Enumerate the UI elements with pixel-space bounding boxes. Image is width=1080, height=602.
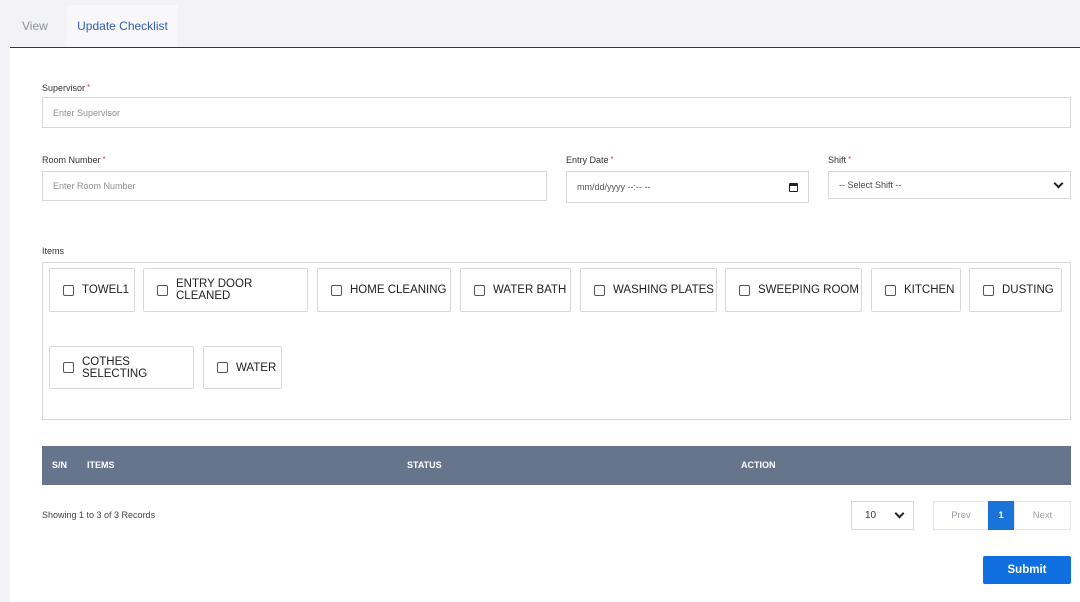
column-items: ITEMS	[87, 460, 115, 470]
item-label: SWEEPING ROOM	[758, 284, 859, 296]
shift-select[interactable]: -- Select Shift --	[828, 171, 1071, 199]
checkbox[interactable]	[63, 284, 74, 296]
room-number-label: Room Number *	[42, 155, 106, 165]
item-checkbox-washing-plates[interactable]: WASHING PLATES	[580, 268, 717, 312]
checkbox[interactable]	[157, 284, 168, 296]
entry-date-input[interactable]: mm/dd/yyyy --:-- --	[566, 171, 809, 203]
checkbox[interactable]	[217, 362, 228, 373]
item-label: WATER	[236, 361, 277, 374]
item-checkbox-water[interactable]: WATER	[203, 346, 282, 389]
item-label: COTHES SELECTING	[82, 355, 148, 380]
item-checkbox-dusting[interactable]: DUSTING	[969, 268, 1062, 312]
item-checkbox-towel1[interactable]: TOWEL1	[49, 268, 135, 312]
required-mark: *	[87, 83, 91, 92]
checkbox[interactable]	[594, 284, 605, 296]
item-label: HOME CLEANING	[350, 284, 447, 296]
item-label: ENTRY DOOR CLEANED	[176, 278, 253, 302]
tab-view[interactable]: View	[10, 5, 60, 47]
table-header: S/N ITEMS STATUS ACTION	[42, 446, 1071, 485]
tab-update-checklist[interactable]: Update Checklist	[67, 5, 178, 47]
item-checkbox-cothes-selecting[interactable]: COTHES SELECTING	[49, 346, 194, 389]
next-button[interactable]: Next	[1014, 501, 1071, 530]
item-checkbox-water-bath[interactable]: WATER BATH	[460, 268, 571, 312]
page-1-button[interactable]: 1	[988, 501, 1014, 530]
page-size-value: 10	[865, 510, 877, 521]
entry-date-value: mm/dd/yyyy --:-- --	[577, 182, 651, 192]
item-label: WATER BATH	[493, 284, 567, 296]
column-action: ACTION	[741, 460, 776, 470]
calendar-icon[interactable]	[789, 182, 798, 192]
supervisor-input[interactable]	[42, 97, 1071, 128]
checklist-form-panel: Supervisor* Room Number* Entry Date* mm/…	[10, 48, 1080, 602]
checkbox[interactable]	[474, 284, 485, 296]
required-mark: *	[848, 155, 852, 164]
item-checkbox-home-cleaning[interactable]: HOME CLEANING	[317, 268, 451, 312]
page-size-select[interactable]: 10	[851, 501, 914, 530]
item-label: TOWEL1	[82, 284, 130, 296]
column-sn: S/N	[52, 460, 68, 470]
checkbox[interactable]	[63, 362, 74, 373]
checkbox[interactable]	[885, 284, 896, 296]
checkbox[interactable]	[331, 284, 342, 296]
records-summary: Showing 1 to 3 of 3 Records	[42, 510, 156, 520]
item-checkbox-sweeping-room[interactable]: SWEEPING ROOM	[725, 268, 862, 312]
item-checkbox-entry-door-cleaned[interactable]: ENTRY DOOR CLEANED	[143, 268, 308, 312]
required-mark: *	[102, 155, 106, 164]
submit-button[interactable]: Submit	[983, 556, 1071, 584]
room-number-input[interactable]	[42, 171, 547, 201]
checkbox[interactable]	[983, 284, 994, 296]
item-checkbox-kitchen[interactable]: KITCHEN	[871, 268, 961, 312]
item-label: WASHING PLATES	[613, 284, 714, 296]
items-label: Items	[42, 246, 65, 256]
item-label: KITCHEN	[904, 284, 955, 296]
supervisor-label: Supervisor *	[42, 83, 91, 93]
column-status: STATUS	[407, 460, 442, 470]
prev-button[interactable]: Prev	[933, 501, 989, 530]
chevron-down-icon	[1053, 178, 1064, 188]
shift-label: Shift *	[828, 155, 852, 165]
chevron-down-icon	[894, 508, 905, 519]
item-label: DUSTING	[1002, 284, 1054, 296]
shift-selected-value: -- Select Shift --	[839, 180, 902, 190]
items-checklist: TOWEL1 ENTRY DOOR CLEANED HOME CLEANING …	[42, 262, 1071, 420]
checkbox[interactable]	[739, 284, 750, 296]
required-mark: *	[610, 155, 614, 164]
tab-bar: View Update Checklist	[10, 5, 1080, 48]
entry-date-label: Entry Date *	[566, 155, 614, 165]
